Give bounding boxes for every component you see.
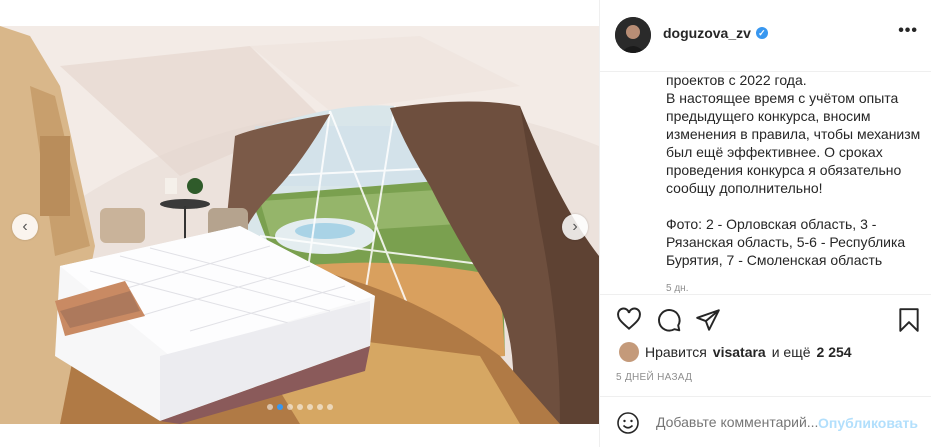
more-icon[interactable]: ••• xyxy=(898,22,918,40)
comment-icon[interactable] xyxy=(656,307,682,333)
chevron-left-icon[interactable]: ‹ xyxy=(12,214,38,240)
username-row[interactable]: doguzova_zv ✓ xyxy=(663,25,768,41)
likes-prefix: Нравится xyxy=(645,344,707,360)
carousel-dot xyxy=(266,404,273,410)
avatar-image xyxy=(615,17,651,53)
post-photo[interactable] xyxy=(0,26,599,424)
publish-button[interactable]: Опубликовать xyxy=(818,415,918,431)
emoji-icon[interactable] xyxy=(616,411,640,435)
chevron-right-icon[interactable]: › xyxy=(562,214,588,240)
username[interactable]: doguzova_zv xyxy=(663,25,751,41)
carousel-dot xyxy=(316,404,323,410)
bookmark-icon[interactable] xyxy=(896,307,922,333)
post-header: doguzova_zv ✓ ••• xyxy=(600,0,931,72)
carousel-dot xyxy=(296,404,303,410)
heart-icon[interactable] xyxy=(616,307,642,333)
comment-input[interactable] xyxy=(656,414,836,430)
post-caption: проектов с 2022 года. В настоящее время … xyxy=(666,72,921,268)
likes-row: Нравится visatara и ещё 2 254 xyxy=(619,342,852,362)
likes-count[interactable]: 2 254 xyxy=(817,344,852,360)
post-date[interactable]: 5 ДНЕЙ НАЗАД xyxy=(616,372,692,383)
comment-row: Опубликовать xyxy=(600,396,931,448)
liker-avatar[interactable] xyxy=(619,342,639,362)
avatar[interactable] xyxy=(615,17,651,53)
likes-and: и ещё xyxy=(771,344,811,360)
post-side-panel: doguzova_zv ✓ ••• проектов с 2022 года. … xyxy=(599,0,931,447)
carousel-dot xyxy=(306,404,313,410)
carousel-dot xyxy=(286,404,293,410)
carousel-dots xyxy=(0,404,599,410)
carousel-dot xyxy=(326,404,333,410)
carousel-dot-active xyxy=(276,404,283,410)
verified-icon: ✓ xyxy=(755,27,768,39)
caption-timestamp: 5 дн. xyxy=(666,283,689,294)
action-bar xyxy=(600,294,931,345)
share-icon[interactable] xyxy=(695,307,721,333)
glamping-dome-image xyxy=(0,26,599,424)
likes-user[interactable]: visatara xyxy=(713,344,766,360)
